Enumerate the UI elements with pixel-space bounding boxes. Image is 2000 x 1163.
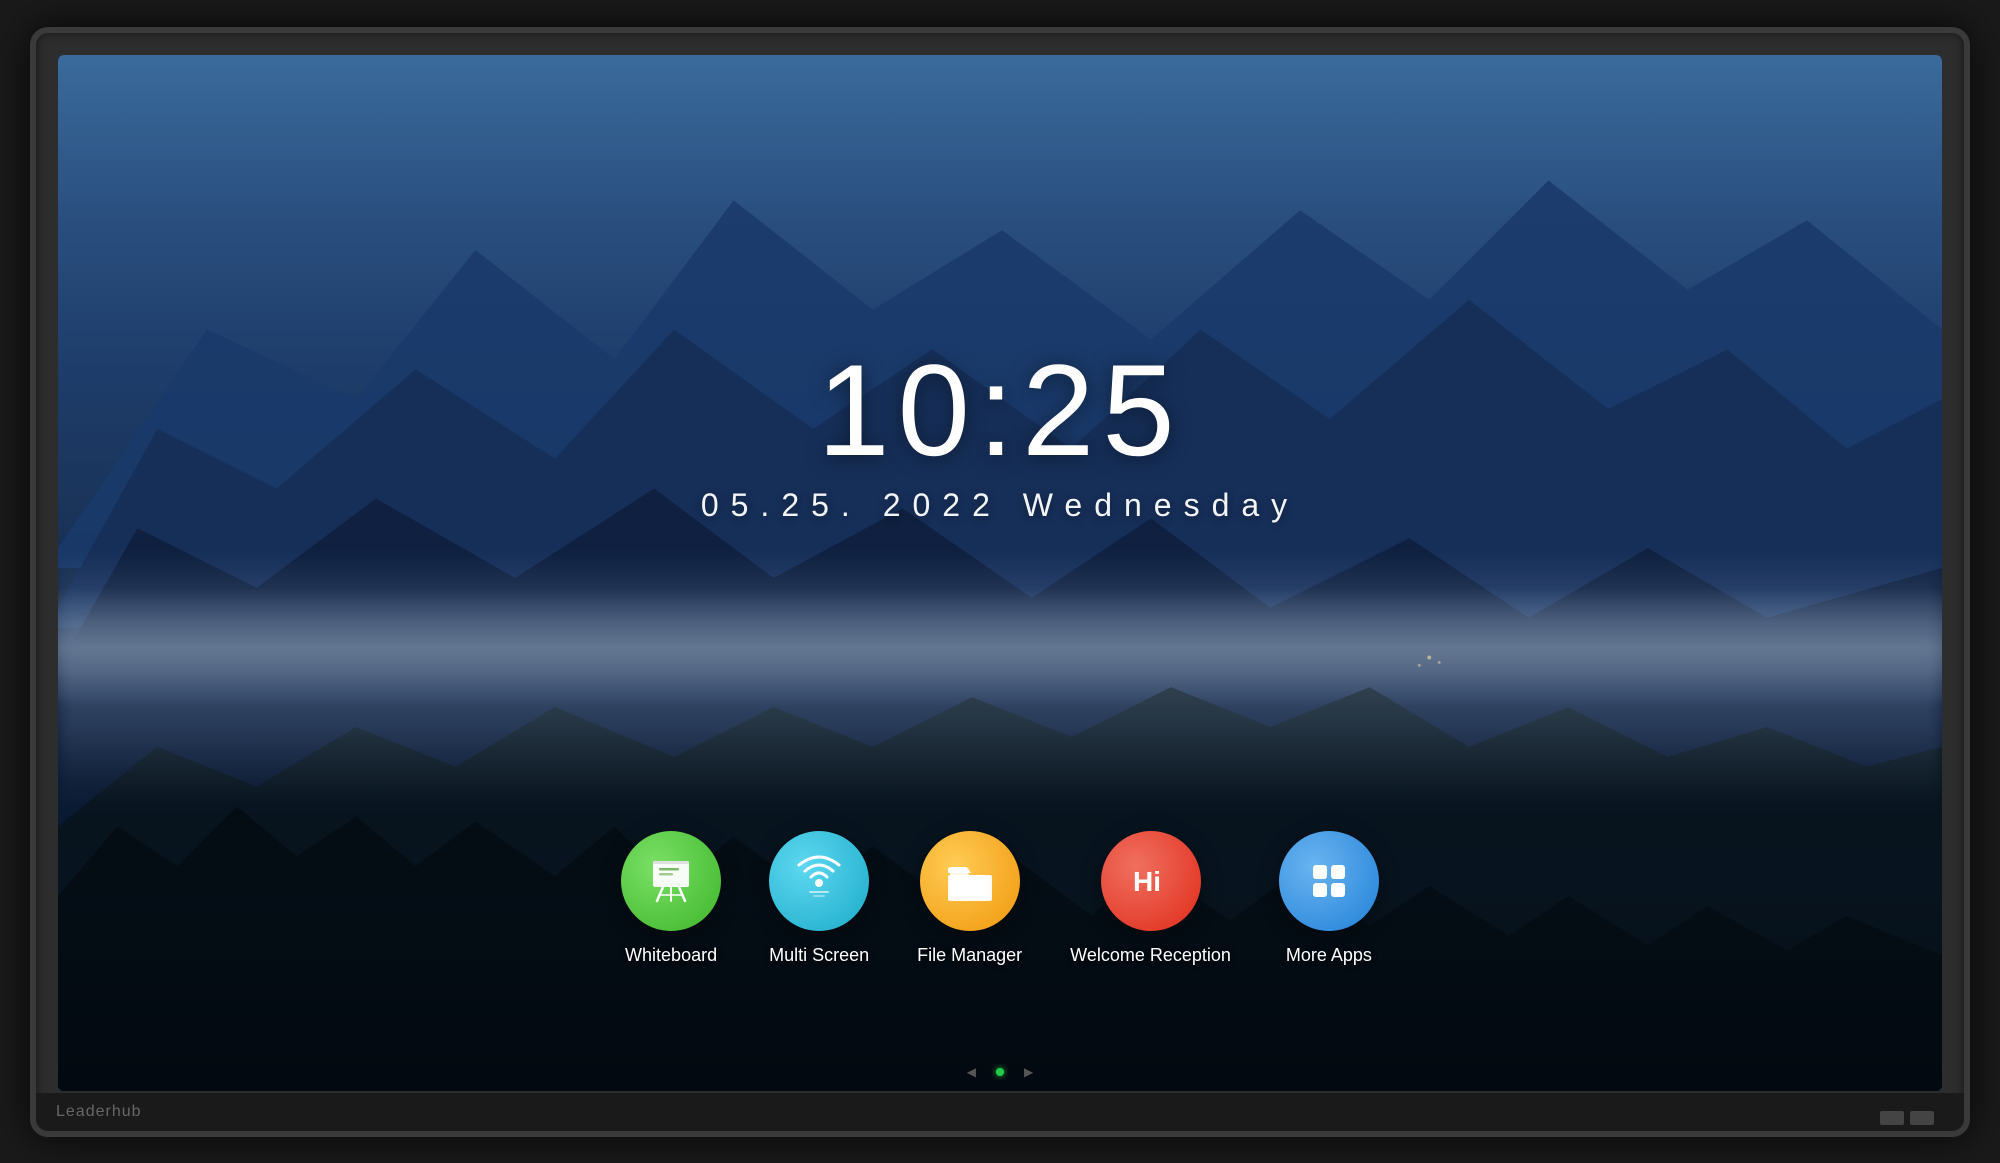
app-filemanager[interactable]: File Manager (917, 831, 1022, 966)
screen: 10:25 05.25. 2022 Wednesday (58, 55, 1942, 1091)
side-button-2[interactable] (30, 551, 36, 569)
multiscreen-icon-bg[interactable] (769, 831, 869, 931)
moreapps-icon-bg[interactable] (1279, 831, 1379, 931)
power-indicator (996, 1068, 1004, 1076)
brand-label: Leaderhub (56, 1103, 142, 1121)
bottom-right-btn-2[interactable] (1910, 1111, 1934, 1125)
clock-time: 10:25 (58, 345, 1942, 475)
svg-text:Hi: Hi (1133, 866, 1161, 897)
clock-container: 10:25 05.25. 2022 Wednesday (58, 345, 1942, 524)
apps-container: Whiteboard (58, 831, 1942, 966)
app-whiteboard[interactable]: Whiteboard (621, 831, 721, 966)
side-button-1[interactable] (30, 529, 36, 547)
moreapps-label: More Apps (1286, 945, 1372, 966)
bottom-indicators: ◀ ▶ (58, 1053, 1942, 1091)
clock-date: 05.25. 2022 Wednesday (58, 487, 1942, 524)
moreapps-icon (1301, 853, 1357, 909)
indicator-left: ◀ (967, 1065, 976, 1079)
tv-frame: 10:25 05.25. 2022 Wednesday (30, 27, 1970, 1137)
whiteboard-icon-bg[interactable] (621, 831, 721, 931)
welcome-icon: Hi (1123, 853, 1179, 909)
welcome-label: Welcome Reception (1070, 945, 1231, 966)
app-welcome[interactable]: Hi Welcome Reception (1070, 831, 1231, 966)
bottom-right-buttons (1880, 1111, 1934, 1125)
filemanager-icon (942, 853, 998, 909)
bottom-right-btn-1[interactable] (1880, 1111, 1904, 1125)
filemanager-icon-bg[interactable] (920, 831, 1020, 931)
whiteboard-label: Whiteboard (625, 945, 717, 966)
indicator-right: ▶ (1024, 1065, 1033, 1079)
app-moreapps[interactable]: More Apps (1279, 831, 1379, 966)
app-multiscreen[interactable]: Multi Screen (769, 831, 869, 966)
multiscreen-label: Multi Screen (769, 945, 869, 966)
filemanager-label: File Manager (917, 945, 1022, 966)
whiteboard-icon (643, 853, 699, 909)
multiscreen-icon (791, 853, 847, 909)
welcome-icon-bg[interactable]: Hi (1101, 831, 1201, 931)
side-button-3[interactable] (30, 573, 36, 591)
bottom-bar: Leaderhub (36, 1093, 1964, 1131)
side-buttons[interactable] (30, 529, 36, 591)
